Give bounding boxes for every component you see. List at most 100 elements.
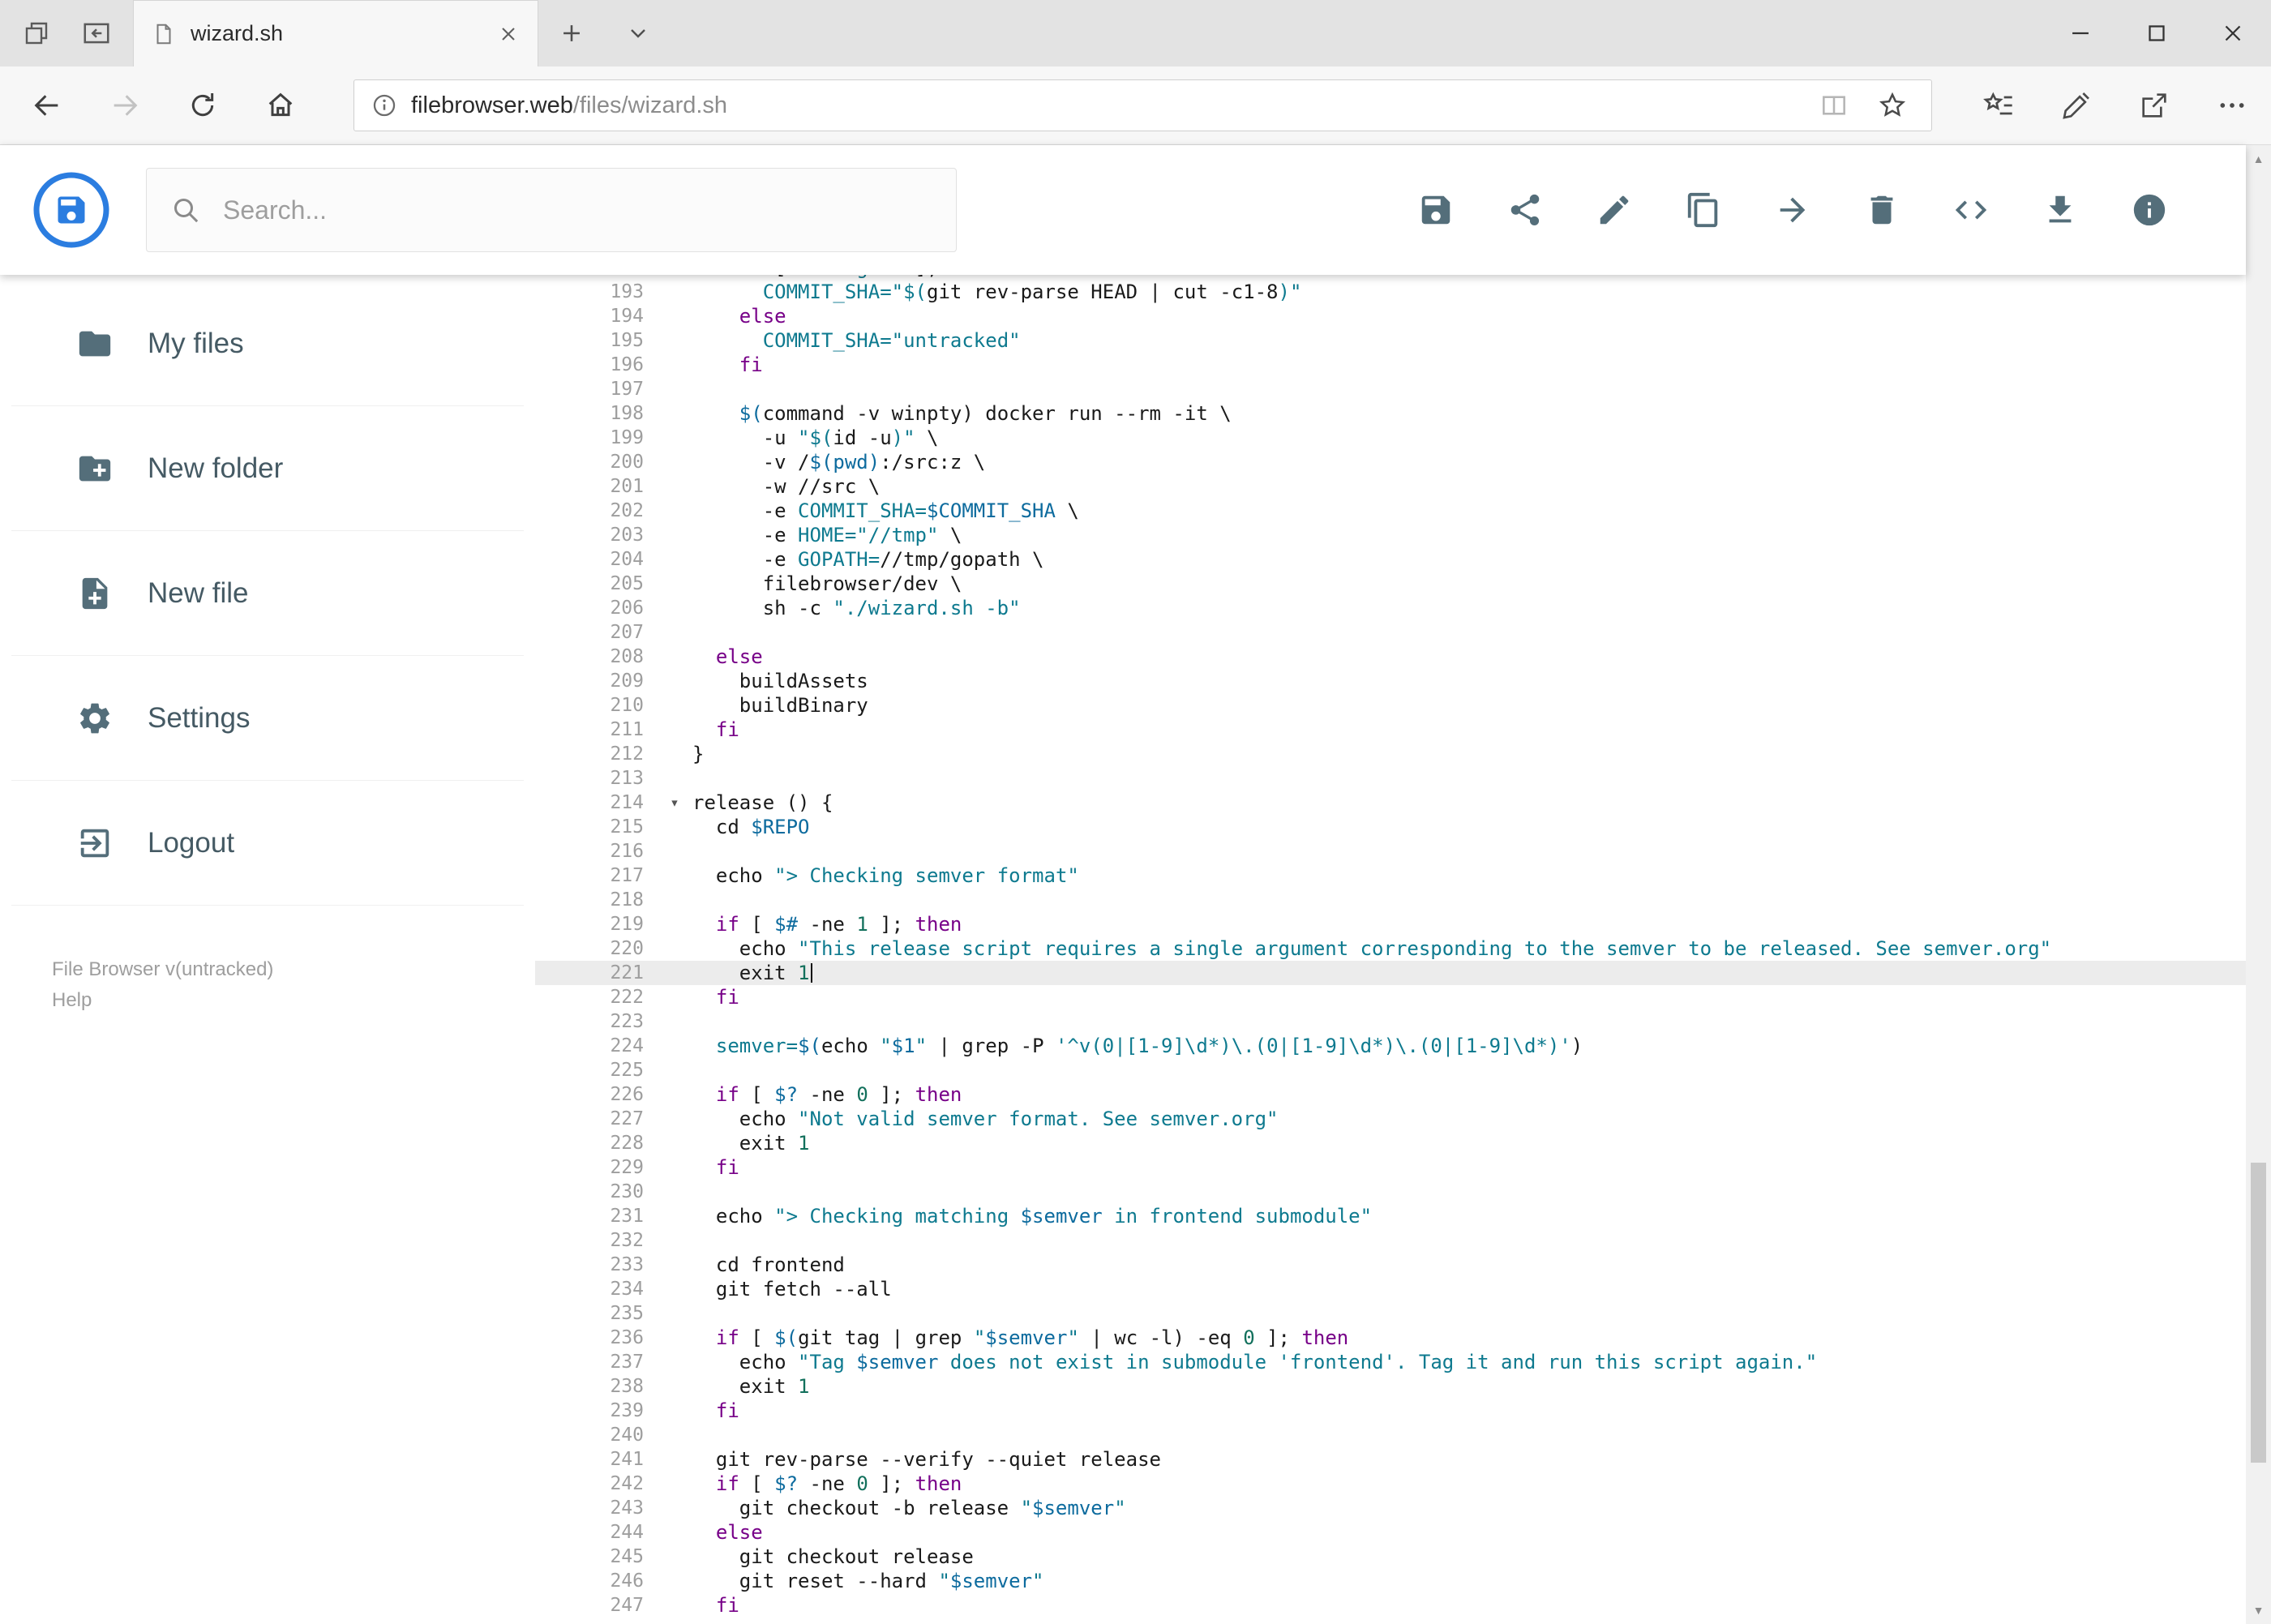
refresh-button[interactable] [164, 66, 242, 145]
scroll-up-button[interactable]: ▲ [2246, 145, 2271, 173]
code-line[interactable]: 198 $(command -v winpty) docker run --rm… [535, 401, 2246, 426]
close-window-button[interactable] [2195, 0, 2271, 66]
help-link[interactable]: Help [52, 985, 535, 1016]
code-line[interactable]: 247 fi [535, 1593, 2246, 1618]
move-button[interactable] [1774, 191, 1811, 229]
code-line[interactable]: 221 exit 1 [535, 961, 2246, 985]
forward-button[interactable] [86, 66, 164, 145]
code-line[interactable]: 241 git rev-parse --verify --quiet relea… [535, 1447, 2246, 1472]
code-line[interactable]: 218 [535, 888, 2246, 912]
code-line[interactable]: 208 else [535, 645, 2246, 669]
share-button[interactable] [1506, 191, 1544, 229]
delete-button[interactable] [1863, 191, 1900, 229]
rename-button[interactable] [1596, 191, 1633, 229]
code-line[interactable]: 232 [535, 1228, 2246, 1253]
info-button[interactable] [2131, 191, 2168, 229]
code-line[interactable]: 245 git checkout release [535, 1545, 2246, 1569]
code-line[interactable]: 213 [535, 766, 2246, 791]
code-line[interactable]: 240 [535, 1423, 2246, 1447]
fold-arrow-icon[interactable]: ▾ [657, 791, 692, 815]
filebrowser-logo[interactable] [32, 171, 110, 249]
code-line[interactable]: 203 -e HOME="//tmp" \ [535, 523, 2246, 547]
tab-close-button[interactable] [497, 23, 520, 45]
code-line[interactable]: 204 -e GOPATH=//tmp/gopath \ [535, 547, 2246, 572]
scroll-down-button[interactable]: ▼ [2246, 1596, 2271, 1624]
reading-view-button[interactable] [1811, 83, 1857, 128]
code-line[interactable]: 244 else [535, 1520, 2246, 1545]
maximize-button[interactable] [2119, 0, 2195, 66]
code-line[interactable]: 227 echo "Not valid semver format. See s… [535, 1107, 2246, 1131]
code-line[interactable]: 223 [535, 1009, 2246, 1034]
ink-annotate-button[interactable] [2037, 66, 2115, 145]
code-line[interactable]: 224 semver=$(echo "$1" | grep -P '^v(0|[… [535, 1034, 2246, 1058]
set-tabs-aside-button[interactable] [6, 0, 66, 66]
code-line[interactable]: 237 echo "Tag $semver does not exist in … [535, 1350, 2246, 1374]
code-line[interactable]: 209 buildAssets [535, 669, 2246, 693]
code-line[interactable]: 238 exit 1 [535, 1374, 2246, 1399]
code-line[interactable]: 195 COMMIT_SHA="untracked" [535, 328, 2246, 353]
search-input[interactable] [223, 195, 933, 225]
back-button[interactable] [8, 66, 86, 145]
vertical-scrollbar[interactable]: ▲ ▼ [2246, 145, 2271, 1624]
code-line[interactable]: 215 cd $REPO [535, 815, 2246, 839]
code-line[interactable]: 201 -w //src \ [535, 474, 2246, 499]
code-line[interactable]: 246 git reset --hard "$semver" [535, 1569, 2246, 1593]
code-line[interactable]: 217 echo "> Checking semver format" [535, 863, 2246, 888]
download-button[interactable] [2042, 191, 2079, 229]
save-button[interactable] [1417, 191, 1455, 229]
code-line[interactable]: 206 sh -c "./wizard.sh -b" [535, 596, 2246, 620]
code-line[interactable]: 229 fi [535, 1155, 2246, 1180]
code-line[interactable]: 205 filebrowser/dev \ [535, 572, 2246, 596]
home-button[interactable] [242, 66, 319, 145]
tabs-preview-button[interactable] [66, 0, 126, 66]
code-line[interactable]: 239 fi [535, 1399, 2246, 1423]
code-line[interactable]: 210 buildBinary [535, 693, 2246, 718]
search-box[interactable] [146, 168, 957, 252]
scroll-thumb[interactable] [2251, 1163, 2266, 1463]
site-info-icon[interactable] [371, 92, 398, 119]
copy-button[interactable] [1685, 191, 1722, 229]
code-line[interactable]: 231 echo "> Checking matching $semver in… [535, 1204, 2246, 1228]
code-line[interactable]: 194 else [535, 304, 2246, 328]
code-line[interactable]: 200 -v /$(pwd):/src:z \ [535, 450, 2246, 474]
code-line[interactable]: 222 fi [535, 985, 2246, 1009]
code-line[interactable]: 225 [535, 1058, 2246, 1082]
code-line[interactable]: 196 fi [535, 353, 2246, 377]
code-editor[interactable]: 192 if [ -d ".git" ]; then193 COMMIT_SHA… [535, 275, 2246, 1624]
code-line[interactable]: 242 if [ $? -ne 0 ]; then [535, 1472, 2246, 1496]
code-line[interactable]: 212} [535, 742, 2246, 766]
sidebar-item-settings[interactable]: Settings [11, 656, 524, 781]
code-line[interactable]: 243 git checkout -b release "$semver" [535, 1496, 2246, 1520]
code-line[interactable]: 193 COMMIT_SHA="$(git rev-parse HEAD | c… [535, 280, 2246, 304]
code-line[interactable]: 230 [535, 1180, 2246, 1204]
sidebar-item-my-files[interactable]: My files [11, 281, 524, 406]
code-line[interactable]: 214 ▾ release () { [535, 791, 2246, 815]
sidebar-item-new-file[interactable]: New file [11, 531, 524, 656]
code-line[interactable]: 220 echo "This release script requires a… [535, 936, 2246, 961]
code-line[interactable]: 211 fi [535, 718, 2246, 742]
code-line[interactable]: 216 [535, 839, 2246, 863]
code-line[interactable]: 236 if [ $(git tag | grep "$semver" | wc… [535, 1326, 2246, 1350]
new-tab-button[interactable] [538, 0, 605, 66]
code-line[interactable]: 202 -e COMMIT_SHA=$COMMIT_SHA \ [535, 499, 2246, 523]
code-line[interactable]: 228 exit 1 [535, 1131, 2246, 1155]
more-options-button[interactable] [2193, 66, 2271, 145]
sidebar-item-logout[interactable]: Logout [11, 781, 524, 906]
browser-tab[interactable]: wizard.sh [133, 0, 538, 66]
code-line[interactable]: 219 if [ $# -ne 1 ]; then [535, 912, 2246, 936]
code-line[interactable]: 233 cd frontend [535, 1253, 2246, 1277]
minimize-button[interactable] [2042, 0, 2119, 66]
tabs-dropdown-button[interactable] [605, 0, 671, 66]
sidebar-item-new-folder[interactable]: New folder [11, 406, 524, 531]
code-line[interactable]: 199 -u "$(id -u)" \ [535, 426, 2246, 450]
code-line[interactable]: 207 [535, 620, 2246, 645]
code-line[interactable]: 235 [535, 1301, 2246, 1326]
code-line[interactable]: 226 if [ $? -ne 0 ]; then [535, 1082, 2246, 1107]
share-page-button[interactable] [2115, 66, 2193, 145]
code-line[interactable]: 197 [535, 377, 2246, 401]
hub-favorites-button[interactable] [1960, 66, 2037, 145]
code-line[interactable]: 234 git fetch --all [535, 1277, 2246, 1301]
address-bar[interactable]: filebrowser.web/files/wizard.sh [354, 79, 1932, 131]
switch-view-button[interactable] [1952, 191, 1990, 229]
add-favorite-button[interactable] [1870, 83, 1915, 128]
